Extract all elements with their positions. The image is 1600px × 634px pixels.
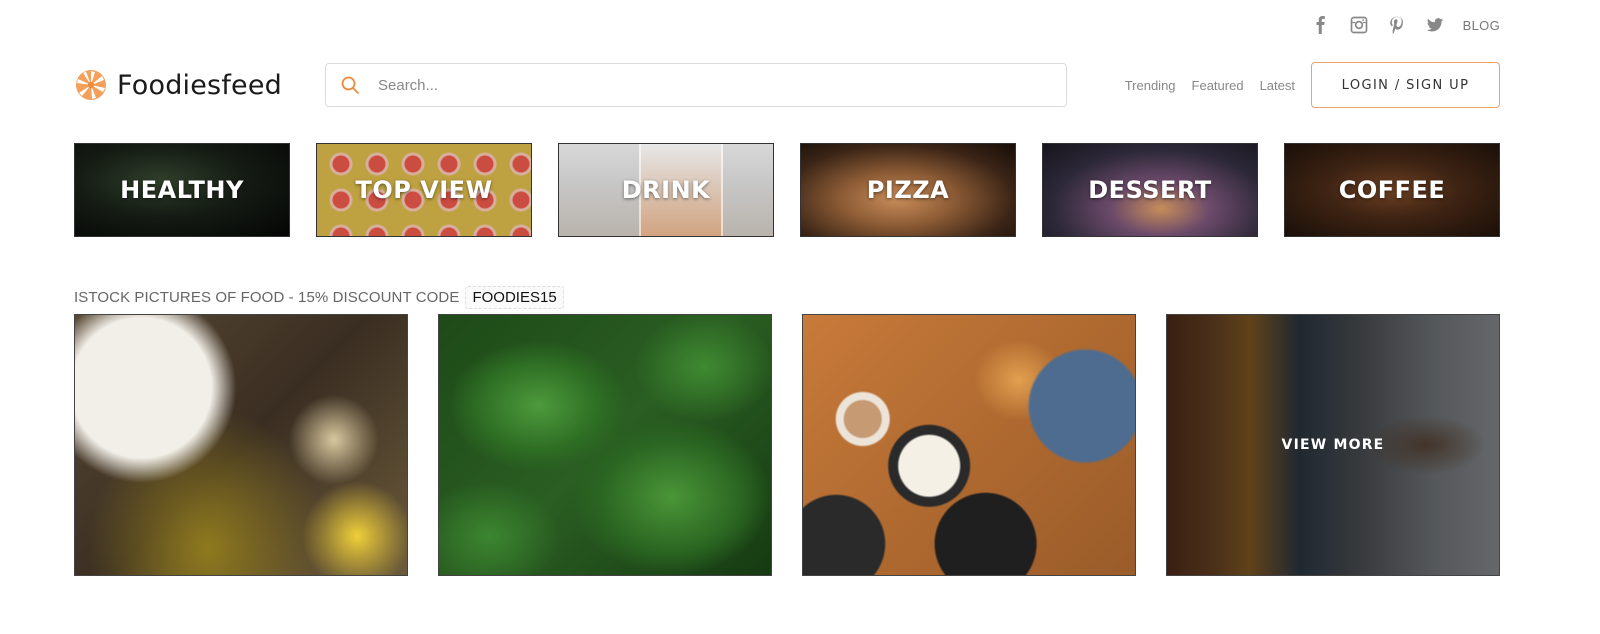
search-input[interactable] [378, 76, 1018, 94]
discount-code[interactable]: FOODIES15 [465, 286, 564, 309]
category-pizza[interactable]: PIZZA [800, 143, 1016, 237]
photo-table-food[interactable] [74, 314, 408, 576]
login-signup-button[interactable]: LOGIN / SIGN UP [1311, 62, 1500, 108]
main-nav: Trending Featured Latest LOGIN / SIGN UP [1125, 62, 1500, 108]
category-label: HEALTHY [120, 176, 244, 204]
blog-link[interactable]: BLOG [1463, 18, 1500, 33]
photo-brunch-table[interactable] [802, 314, 1136, 576]
logo[interactable]: Foodiesfeed [75, 69, 325, 101]
pinterest-icon[interactable] [1387, 14, 1407, 36]
view-more-link[interactable]: VIEW MORE [1167, 315, 1499, 575]
nav-featured[interactable]: Featured [1192, 78, 1244, 93]
foodiesfeed-logo-icon [76, 70, 106, 100]
nav-latest[interactable]: Latest [1260, 78, 1295, 93]
facebook-icon[interactable] [1311, 14, 1331, 36]
brand-name: Foodiesfeed [117, 69, 282, 101]
search-icon [340, 75, 360, 95]
social-bar: BLOG [1311, 14, 1500, 36]
category-label: TOP VIEW [355, 176, 493, 204]
photo-grocery-shopper[interactable]: VIEW MORE [1166, 314, 1500, 576]
photo-spinach[interactable] [438, 314, 772, 576]
category-strip: HEALTHY TOP VIEW DRINK PIZZA DESSERT COF… [74, 143, 1500, 237]
category-label: DRINK [621, 176, 711, 204]
category-label: DESSERT [1088, 176, 1212, 204]
search-bar[interactable] [325, 63, 1067, 107]
category-coffee[interactable]: COFFEE [1284, 143, 1500, 237]
istock-promo: ISTOCK PICTURES OF FOOD - 15% DISCOUNT C… [74, 286, 564, 309]
nav-trending[interactable]: Trending [1125, 78, 1176, 93]
instagram-icon[interactable] [1349, 14, 1369, 36]
istock-photo-grid: VIEW MORE [74, 314, 1500, 576]
category-dessert[interactable]: DESSERT [1042, 143, 1258, 237]
category-label: COFFEE [1338, 176, 1446, 204]
category-healthy[interactable]: HEALTHY [74, 143, 290, 237]
promo-text: ISTOCK PICTURES OF FOOD - 15% DISCOUNT C… [74, 289, 460, 306]
twitter-icon[interactable] [1425, 14, 1445, 36]
category-drink[interactable]: DRINK [558, 143, 774, 237]
header: Foodiesfeed Trending Featured Latest LOG… [75, 62, 1500, 108]
category-label: PIZZA [866, 176, 950, 204]
category-top-view[interactable]: TOP VIEW [316, 143, 532, 237]
